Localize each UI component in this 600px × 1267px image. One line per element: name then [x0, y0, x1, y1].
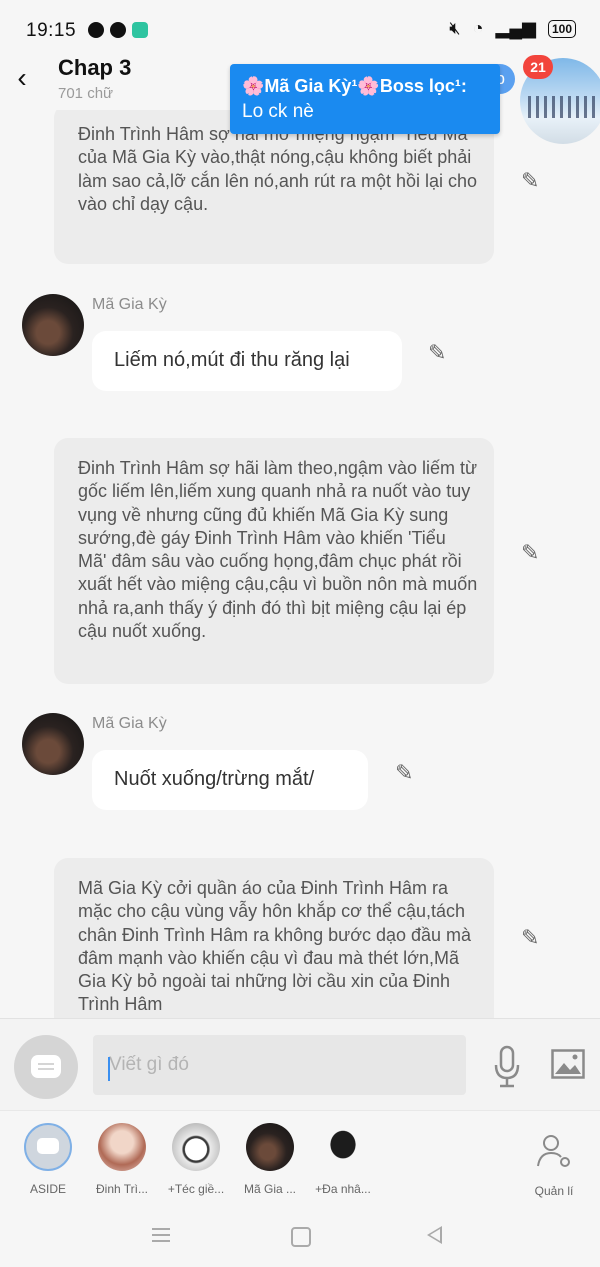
user-settings-icon: [537, 1135, 570, 1167]
notification-body: Lo ck nè: [242, 101, 314, 122]
mute-icon: 🔇︎: [449, 18, 461, 38]
chat-app-icon: [132, 22, 148, 38]
avatar: [246, 1123, 294, 1171]
play-icon: [110, 22, 126, 38]
avatar[interactable]: [22, 713, 84, 775]
character-aside[interactable]: ASIDE: [11, 1123, 85, 1196]
notification-badge: 21: [523, 55, 553, 79]
character-name: Mã Gia ...: [243, 1182, 296, 1196]
character-message-bubble[interactable]: Nuốt xuống/trừng mắt/: [92, 750, 368, 810]
home-icon[interactable]: [291, 1227, 311, 1247]
narration-text: Mã Gia Kỳ cởi quần áo của Đinh Trình Hâm…: [78, 878, 472, 1015]
system-nav-bar: [0, 1206, 600, 1267]
character-name: +Téc giề...: [167, 1182, 225, 1196]
narration-message[interactable]: Đinh Trình Hâm sợ hãi làm theo,ngậm vào …: [54, 438, 494, 684]
signal-icon: ▂▄▆: [495, 18, 536, 38]
narration-text: Đinh Trình Hâm sợ hãi mở miệng ngậm 'Tiể…: [78, 124, 478, 214]
notification-popup[interactable]: 🌸Mã Gia Kỳ¹🌸Boss lọc¹: Lo ck nè: [230, 64, 500, 134]
edit-pencil-icon[interactable]: ✎: [428, 340, 446, 366]
character-item[interactable]: Mã Gia ...: [233, 1123, 307, 1196]
recent-apps-icon[interactable]: [152, 1228, 170, 1242]
chat-area[interactable]: Đinh Trình Hâm sợ hãi mở miệng ngậm 'Tiể…: [0, 110, 600, 1018]
character-name: Đinh Trì...: [95, 1182, 148, 1196]
notification-title: 🌸Mã Gia Kỳ¹🌸Boss lọc¹:: [242, 76, 467, 96]
microphone-icon[interactable]: [492, 1045, 522, 1089]
narration-text: Đinh Trình Hâm sợ hãi làm theo,ngậm vào …: [78, 458, 478, 642]
avatar: [319, 1123, 367, 1171]
status-time: 19:15: [26, 20, 77, 41]
status-bar: 19:15 🔇︎ ◔ ▂▄▆ 100: [0, 0, 600, 56]
character-item[interactable]: Đinh Trì...: [85, 1123, 159, 1196]
character-item[interactable]: +Téc giề...: [159, 1123, 233, 1196]
aside-toggle-button[interactable]: [14, 1035, 78, 1099]
aside-icon: [24, 1123, 72, 1171]
composer-bar: [0, 1018, 600, 1111]
manage-characters-button[interactable]: Quản lí: [526, 1133, 582, 1198]
avatar[interactable]: [22, 294, 84, 356]
character-item[interactable]: +Đa nhâ...: [306, 1123, 380, 1196]
manage-label: Quản lí: [534, 1184, 574, 1198]
sender-name: Mã Gia Kỳ: [92, 296, 167, 313]
message-input[interactable]: [93, 1035, 466, 1095]
sender-name: Mã Gia Kỳ: [92, 715, 167, 732]
aside-icon: [31, 1055, 61, 1078]
avatar: [98, 1123, 146, 1171]
wifi-icon: ◔: [472, 18, 484, 38]
character-name: +Đa nhâ...: [315, 1182, 371, 1196]
narration-message[interactable]: Mã Gia Kỳ cởi quần áo của Đinh Trình Hâm…: [54, 858, 494, 1018]
edit-pencil-icon[interactable]: ✎: [395, 760, 413, 786]
status-right: 🔇︎ ◔ ▂▄▆ 100: [449, 18, 576, 39]
battery-icon: 100: [547, 19, 576, 38]
edit-pencil-icon[interactable]: ✎: [521, 925, 539, 951]
back-arrow-icon[interactable]: ‹: [12, 62, 32, 94]
chapter-title: Chap 3: [58, 55, 132, 80]
character-name: ASIDE: [29, 1182, 66, 1196]
message-text: Liếm nó,mút đi thu răng lại: [114, 349, 350, 371]
word-count: 701 chữ: [58, 85, 114, 102]
messenger-icon: [88, 22, 104, 38]
edit-pencil-icon[interactable]: ✎: [521, 168, 539, 194]
character-selector: ASIDE Đinh Trì... +Téc giề... Mã Gia ...…: [0, 1110, 600, 1207]
text-cursor: [108, 1057, 110, 1081]
avatar: [172, 1123, 220, 1171]
character-message-bubble[interactable]: Liếm nó,mút đi thu răng lại: [92, 331, 402, 391]
edit-pencil-icon[interactable]: ✎: [521, 540, 539, 566]
message-text: Nuốt xuống/trừng mắt/: [114, 768, 315, 790]
image-icon[interactable]: [551, 1049, 585, 1079]
back-triangle-icon[interactable]: [427, 1226, 442, 1244]
status-app-icons: [88, 22, 148, 38]
